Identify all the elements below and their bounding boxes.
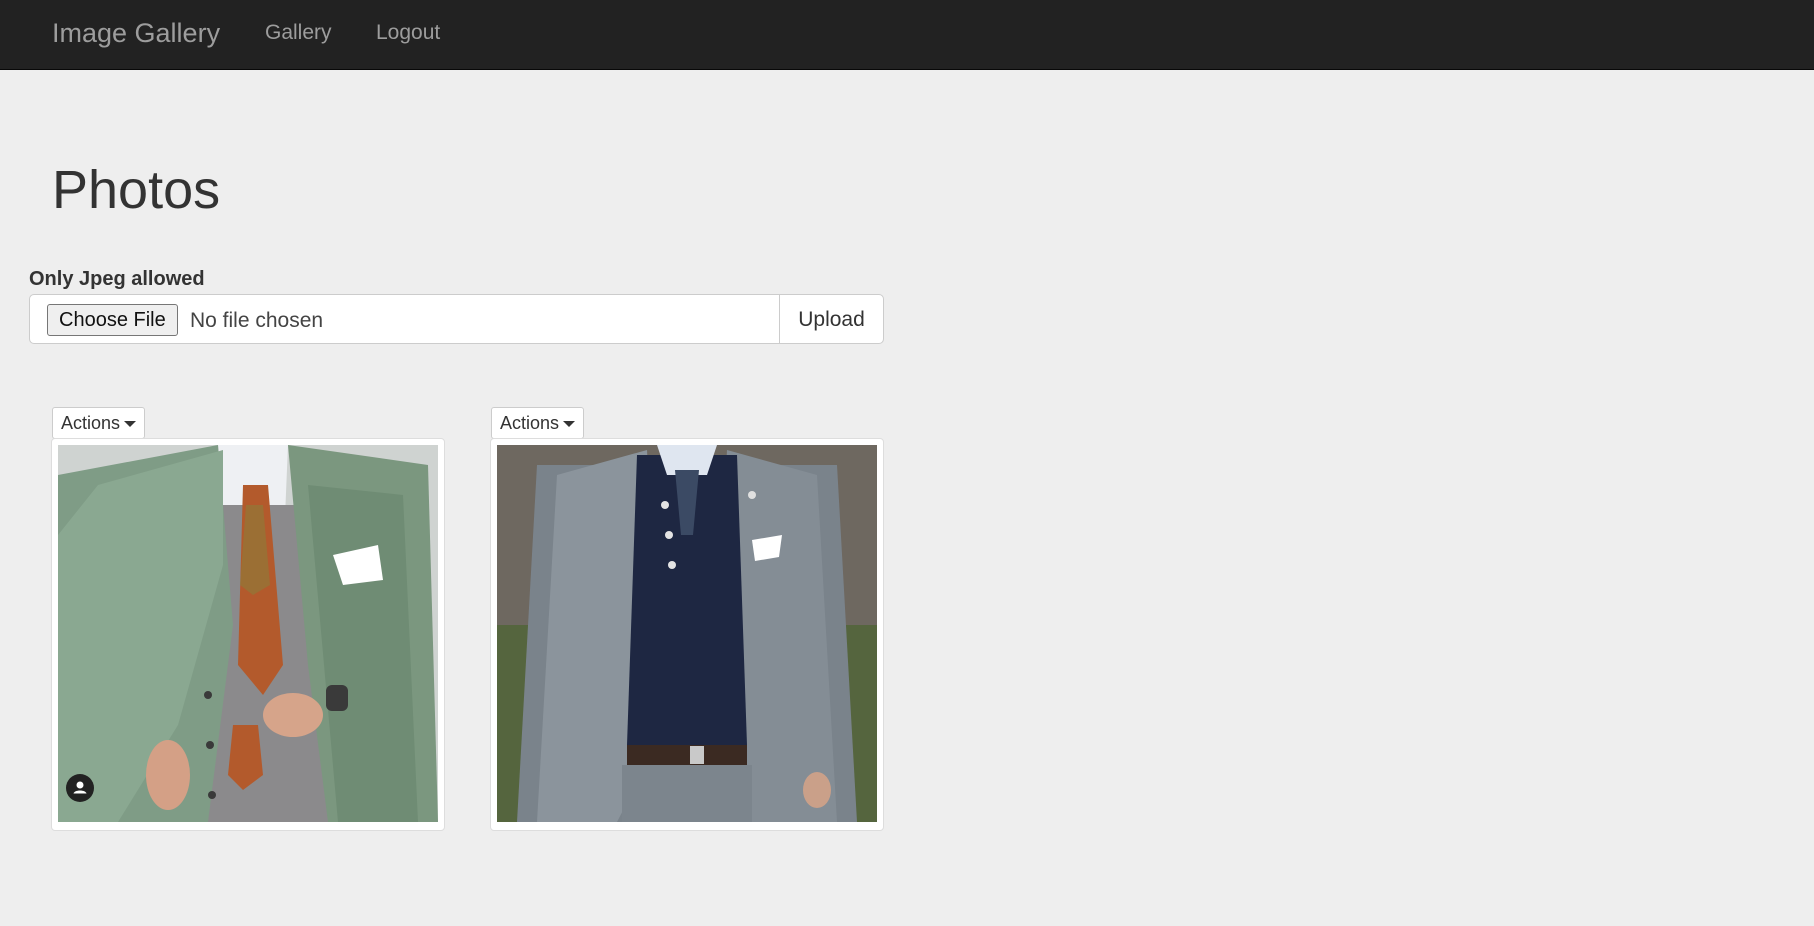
choose-file-button[interactable]: Choose File xyxy=(47,304,178,336)
file-status-text: No file chosen xyxy=(190,309,324,332)
caret-down-icon xyxy=(563,421,576,428)
photo-image xyxy=(58,445,438,822)
upload-form: Choose File No file chosen Upload xyxy=(29,294,884,344)
top-navbar: Image Gallery Gallery Logout xyxy=(0,0,1814,70)
upload-button[interactable]: Upload xyxy=(779,294,884,344)
actions-label: Actions xyxy=(500,413,560,433)
brand-link[interactable]: Image Gallery xyxy=(52,16,220,50)
actions-dropdown-button[interactable]: Actions xyxy=(52,407,146,439)
file-input[interactable]: Choose File No file chosen xyxy=(29,294,780,344)
caret-down-icon xyxy=(124,421,137,428)
photo-thumbnail[interactable] xyxy=(490,438,884,831)
user-avatar-icon[interactable] xyxy=(66,774,94,802)
page-title: Photos xyxy=(52,160,221,220)
photo-thumbnail[interactable] xyxy=(51,438,445,831)
upload-label: Only Jpeg allowed xyxy=(29,268,205,290)
photo-image xyxy=(497,445,877,822)
nav-link-logout[interactable]: Logout xyxy=(376,20,440,46)
actions-dropdown-button[interactable]: Actions xyxy=(491,407,585,439)
nav-link-gallery[interactable]: Gallery xyxy=(265,20,332,46)
actions-label: Actions xyxy=(61,413,121,433)
